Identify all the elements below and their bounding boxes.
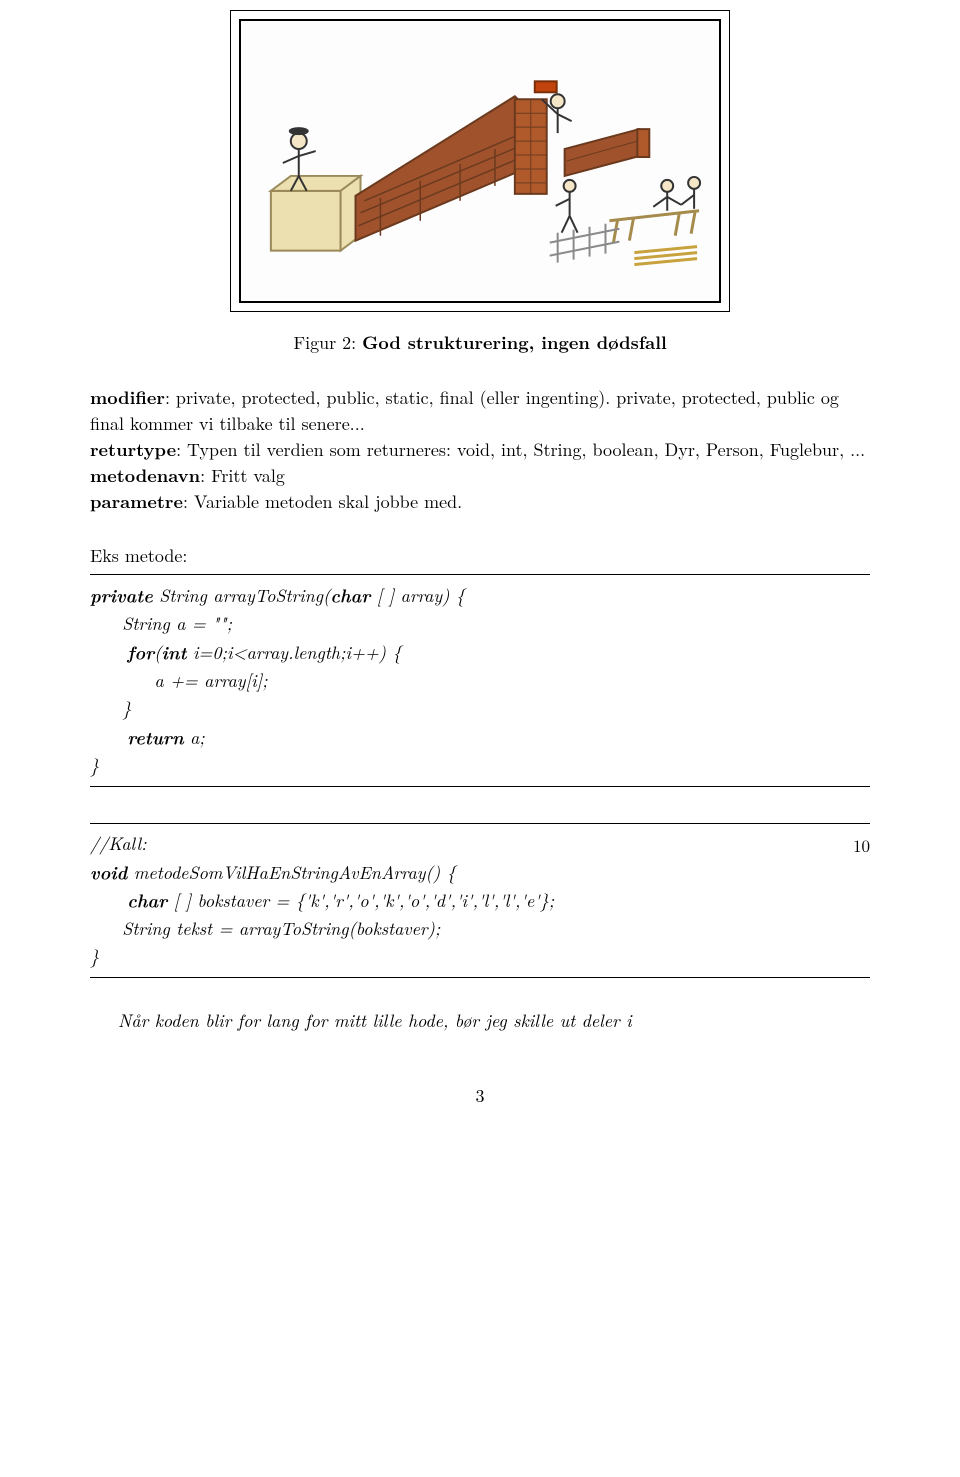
code1-l2: String a = "";: [90, 611, 232, 636]
code1-l4: a += array[i];: [90, 668, 268, 693]
kw-int: int: [162, 638, 187, 665]
kw-void: void: [90, 858, 127, 885]
rule-bottom-2: [90, 977, 870, 978]
figure-frame: [230, 10, 730, 312]
kw-return: return: [90, 723, 184, 750]
figure-caption-text: God strukturering, ingen dødsfall: [362, 330, 667, 355]
code1-l1b: [ ] array) {: [370, 583, 465, 608]
code-listing-1: private String arrayToString(char [ ] ar…: [90, 581, 870, 779]
figure-caption: Figur 2: God strukturering, ingen dødsfa…: [90, 330, 870, 355]
code2-l3: [ ] bokstaver = {'k','r','o','k','o','d'…: [167, 888, 554, 913]
illustration: [241, 21, 719, 301]
term-metodenavn: metodenavn: [90, 463, 200, 488]
rule-bottom-1: [90, 786, 870, 787]
code2-l4: String tekst = arrayToString(bokstaver);: [90, 916, 440, 941]
example-intro: Eks metode:: [90, 543, 870, 568]
text-metodenavn: : Fritt valg: [200, 463, 285, 488]
rule-top-2: [90, 823, 870, 824]
kw-private: private: [90, 581, 153, 608]
code2-comment: //Kall:: [90, 831, 147, 856]
text-modifier: : private, protected, public, static, fi…: [90, 385, 839, 436]
term-modifier: modifier: [90, 385, 165, 410]
code1-l6: a;: [184, 725, 205, 750]
term-parametre: parametre: [90, 489, 183, 514]
text-returtype: : Typen til verdien som returneres: void…: [176, 437, 865, 462]
code2-l2: metodeSomVilHaEnStringAvEnArray() {: [127, 860, 455, 885]
code1-l3b: i=0;i<array.length;i++) {: [187, 640, 402, 665]
kw-char: char: [330, 581, 370, 608]
kw-char2: char: [90, 886, 167, 913]
closing-text: Når koden blir for lang for mitt lille h…: [90, 1008, 870, 1033]
kw-for: for: [90, 638, 154, 665]
rule-top-1: [90, 574, 870, 575]
text-parametre: : Variable metoden skal jobbe med.: [183, 489, 462, 514]
definitions-block: modifier: private, protected, public, st…: [90, 385, 870, 515]
page-number: 3: [90, 1083, 870, 1108]
code-listing-2: 10 //Kall: void metodeSomVilHaEnStringAvE…: [90, 830, 870, 971]
figure-caption-label: Figur 2:: [293, 330, 356, 355]
code1-l7: }: [90, 753, 99, 778]
code1-l5: }: [90, 696, 131, 721]
code1-l3a: (: [154, 640, 161, 665]
code2-l5: }: [90, 944, 99, 969]
term-returtype: returtype: [90, 437, 176, 462]
line-number: 10: [853, 832, 870, 858]
code1-l1a: String arrayToString(: [153, 583, 331, 608]
figure-image: [239, 19, 721, 303]
